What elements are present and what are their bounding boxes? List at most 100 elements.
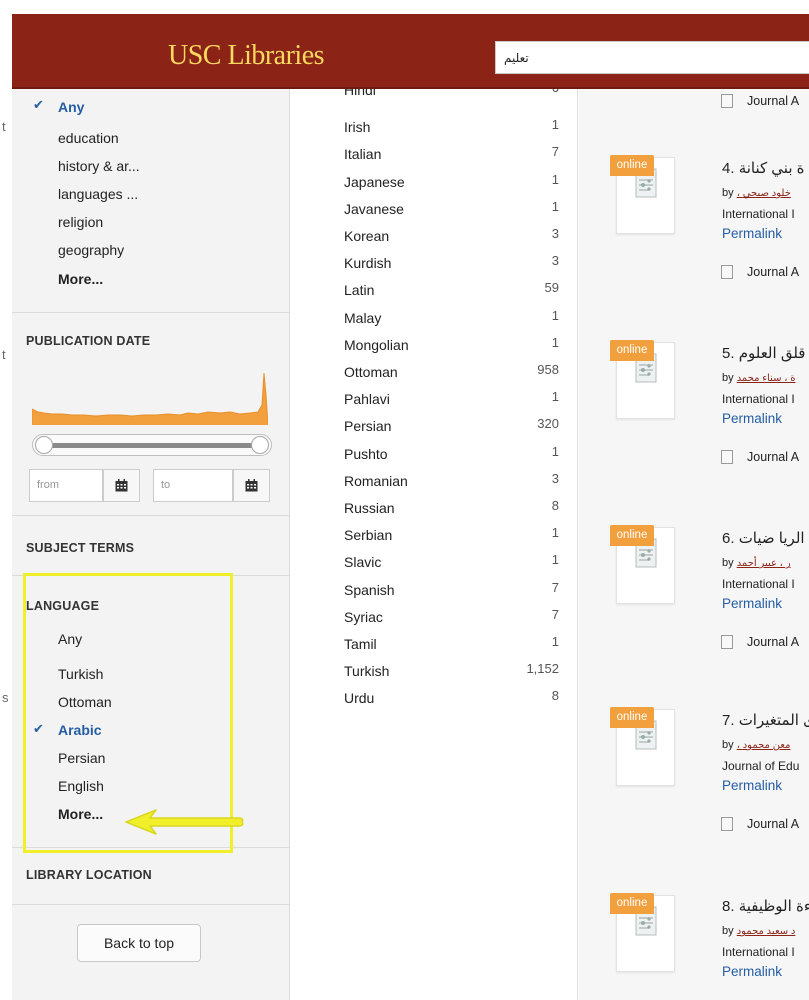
online-badge[interactable]: online (610, 893, 654, 914)
by-label: by (722, 925, 734, 937)
language-list-count: 1 (551, 171, 559, 187)
language-list-count: 8 (551, 498, 559, 513)
language-list-count: 320 (537, 416, 559, 432)
checkmark-icon: ✔ (33, 97, 44, 112)
divider (12, 904, 290, 905)
language-list-name[interactable]: Korean (344, 228, 389, 244)
online-badge[interactable]: online (610, 525, 654, 546)
language-list-count: 8 (551, 688, 559, 704)
result-title[interactable]: 8. ءة الوظيفية (722, 897, 809, 915)
date-range-slider[interactable] (32, 434, 272, 456)
author-link[interactable]: ة ، سناء محمد (737, 373, 796, 384)
cut-off-char: t (2, 119, 6, 134)
cut-off-char: s (2, 690, 9, 705)
slider-handle-max[interactable] (251, 436, 269, 454)
result-source: International I (722, 577, 795, 591)
permalink-link[interactable]: Permalink (722, 596, 782, 611)
search-input[interactable] (496, 42, 809, 73)
language-list-name[interactable]: Javanese (344, 201, 404, 217)
usc-libraries-logo[interactable]: USC Libraries (168, 40, 325, 72)
date-to-calendar-button[interactable] (233, 469, 270, 502)
date-to-input[interactable]: to (153, 469, 233, 502)
result-title[interactable]: 6. الريا ضيات (722, 529, 805, 547)
by-label: by (722, 739, 734, 751)
by-label: by (722, 372, 734, 384)
language-list-name[interactable]: Malay (344, 310, 381, 326)
online-badge[interactable]: online (610, 340, 654, 361)
language-list-name[interactable]: Serbian (344, 527, 392, 543)
language-list-name[interactable]: Turkish (344, 663, 389, 679)
language-list-name[interactable]: Latin (344, 282, 374, 298)
subject-terms-title[interactable]: SUBJECT TERMS (26, 541, 134, 555)
divider (12, 515, 290, 516)
language-list-count: 6 (552, 89, 559, 95)
date-from-input[interactable]: from (29, 469, 103, 502)
result-type: Journal A (747, 450, 800, 464)
language-list-name[interactable]: Italian (344, 146, 381, 162)
language-list-name[interactable]: Spanish (344, 582, 395, 598)
language-list-name[interactable]: Japanese (344, 174, 405, 190)
online-badge[interactable]: online (610, 707, 654, 728)
language-list-name[interactable]: Urdu (344, 690, 374, 706)
facet-any-selected[interactable]: Any (58, 99, 84, 115)
language-list-panel: Hindi 6 Irish 1 Italian 7 Japanese 1 Javanese 1 Ko… (291, 89, 578, 1000)
author-link[interactable]: ، معن محمود (737, 740, 791, 751)
language-list-name[interactable]: Mongolian (344, 337, 409, 353)
calendar-icon (245, 479, 258, 492)
language-list-count: 1 (551, 552, 559, 568)
result-authors: by د سعيد محمود (722, 925, 795, 937)
cut-off-char: t (2, 347, 6, 362)
result-title[interactable]: 7. ى المتغيرات (722, 711, 809, 729)
language-list-count: 1 (551, 525, 559, 541)
permalink-link[interactable]: Permalink (722, 964, 782, 979)
library-location-title[interactable]: LIBRARY LOCATION (26, 868, 152, 882)
language-list-count: 1 (551, 634, 559, 649)
slider-handle-min[interactable] (35, 436, 53, 454)
result-title[interactable]: 5. ى قلق العلوم (722, 344, 809, 362)
facet-item[interactable]: languages ... (58, 186, 138, 202)
language-list-name[interactable]: Slavic (344, 554, 381, 570)
permalink-link[interactable]: Permalink (722, 778, 782, 793)
author-link[interactable]: ر ، عبير أحمد (737, 558, 791, 569)
calendar-icon (115, 479, 128, 492)
language-list-name[interactable]: Persian (344, 418, 391, 434)
publication-date-title[interactable]: PUBLICATION DATE (26, 334, 150, 348)
document-icon (721, 817, 733, 831)
author-link[interactable]: ، خلود صبحي (737, 188, 791, 199)
author-link[interactable]: د سعيد محمود (737, 926, 796, 937)
result-type: Journal A (747, 94, 800, 108)
language-list-count: 1 (551, 307, 559, 323)
language-list-name[interactable]: Romanian (344, 473, 408, 489)
language-list-name[interactable]: Russian (344, 500, 395, 516)
back-to-top-button[interactable]: Back to top (77, 924, 201, 962)
language-list-name[interactable]: Irish (344, 119, 370, 135)
result-type: Journal A (747, 635, 800, 649)
result-authors: by ر ، عبير أحمد (722, 557, 791, 569)
language-list-name[interactable]: Kurdish (344, 255, 391, 271)
result-title[interactable]: 4. ة بني كنانة (722, 159, 805, 177)
facet-item[interactable]: religion (58, 214, 103, 230)
logo-libraries-text: Libraries (227, 40, 325, 71)
language-list-name[interactable]: Ottoman (344, 364, 398, 380)
language-list-name[interactable]: Pahlavi (344, 391, 390, 407)
by-label: by (722, 557, 734, 569)
search-box[interactable] (495, 41, 809, 74)
language-list-name[interactable]: Hindi (344, 89, 376, 98)
language-list-count: 7 (551, 606, 559, 622)
language-list-name[interactable]: Tamil (344, 636, 377, 652)
language-list-count: 1 (551, 198, 559, 214)
from-placeholder: from (37, 479, 59, 491)
permalink-link[interactable]: Permalink (722, 226, 782, 241)
online-badge[interactable]: online (610, 155, 654, 176)
date-from-calendar-button[interactable] (103, 469, 140, 502)
language-list-name[interactable]: Syriac (344, 609, 383, 625)
result-source: International I (722, 945, 795, 959)
facet-more-link[interactable]: More... (58, 271, 103, 287)
language-list-count: 7 (551, 144, 559, 160)
language-list-name[interactable]: Pushto (344, 446, 388, 462)
facet-item[interactable]: geography (58, 242, 124, 258)
facet-item[interactable]: history & ar... (58, 158, 140, 174)
language-list-count: 1 (551, 443, 559, 459)
permalink-link[interactable]: Permalink (722, 411, 782, 426)
facet-item[interactable]: education (58, 130, 119, 146)
